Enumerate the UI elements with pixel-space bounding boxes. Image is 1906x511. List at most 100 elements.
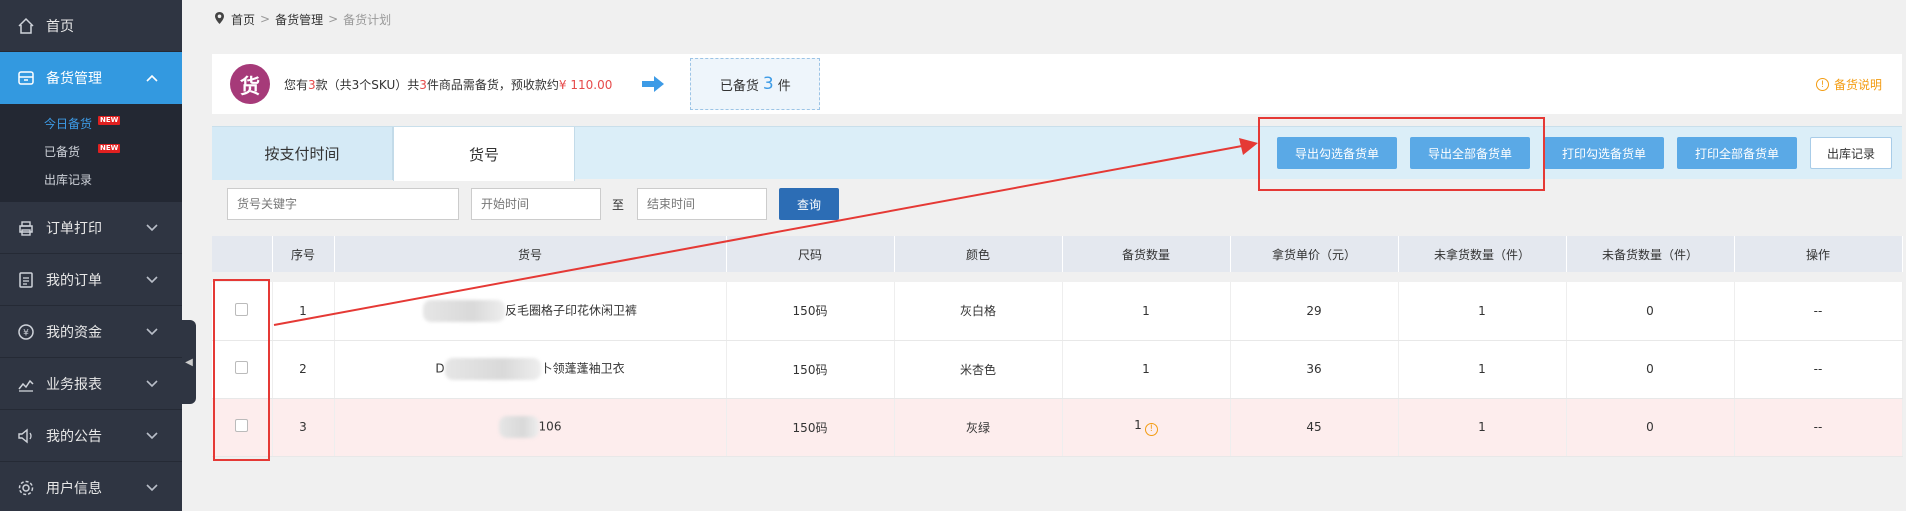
subnav-stocked[interactable]: 已备货 NEW	[0, 138, 182, 166]
chevron-down-icon	[146, 428, 158, 444]
new-badge: NEW	[98, 144, 121, 153]
table-row: 1 反毛圈格子印花休闲卫裤 150码 灰白格 1 29 1 0 --	[212, 282, 1903, 341]
filter-row: 至 查询	[196, 186, 1906, 222]
cell-unprepared[interactable]: 0	[1566, 340, 1735, 399]
export-selected-button[interactable]: 导出勾选备货单	[1277, 137, 1397, 169]
range-to-label: 至	[612, 198, 625, 212]
summary-count-styles: 3	[308, 77, 316, 92]
subnav-today-stock[interactable]: 今日备货 NEW	[0, 110, 182, 138]
sidebar: 首页 备货管理 今日备货 NEW 已备货 NEW 出库记录 订单打印 我的订单 …	[0, 0, 182, 511]
row-checkbox[interactable]	[235, 302, 249, 316]
prepared-prefix: 已备货	[719, 78, 759, 94]
print-selected-button[interactable]: 打印勾选备货单	[1544, 137, 1664, 169]
warning-icon[interactable]: !	[1144, 422, 1158, 436]
sidebar-item-home[interactable]: 首页	[0, 0, 182, 52]
sidebar-item-order-print[interactable]: 订单打印	[0, 202, 182, 254]
summary-amount: ¥ 110.00	[558, 77, 613, 92]
sku-keyword-input[interactable]	[227, 188, 459, 220]
qty-text: 1	[1134, 418, 1142, 433]
cell-price: 29	[1230, 282, 1399, 341]
outbound-records-button[interactable]: 出库记录	[1810, 137, 1892, 169]
sidebar-item-reports[interactable]: 业务报表	[0, 358, 182, 410]
sidebar-item-label: 业务报表	[46, 376, 102, 393]
sidebar-item-label: 首页	[46, 18, 74, 35]
cell-size: 150码	[726, 398, 895, 457]
subnav-outbound-records[interactable]: 出库记录	[0, 166, 182, 194]
end-time-input[interactable]	[637, 188, 767, 220]
cell-unpicked[interactable]: 1	[1398, 282, 1567, 341]
sidebar-item-label: 备货管理	[46, 70, 102, 87]
goods-badge-icon: 货	[230, 64, 270, 104]
help-label: 备货说明	[1833, 78, 1882, 92]
row-checkbox[interactable]	[235, 419, 249, 432]
sidebar-item-my-funds[interactable]: ¥ 我的资金	[0, 306, 182, 358]
chart-icon	[16, 374, 36, 394]
header-unprepared: 未备货数量（件）	[1566, 236, 1735, 272]
tab-by-payment-time[interactable]: 按支付时间	[212, 127, 393, 180]
chevron-down-icon	[146, 376, 158, 392]
info-icon: !	[1815, 78, 1829, 91]
cell-unprepared[interactable]: 0	[1566, 282, 1735, 341]
printer-icon	[16, 218, 36, 238]
row-checkbox-cell	[212, 398, 273, 457]
cell-qty: 1	[1062, 282, 1231, 341]
summary-count-items: 3	[419, 77, 427, 92]
summary-mid2: 件商品需备货，预收款约	[426, 77, 559, 92]
storage-icon	[16, 68, 36, 88]
chevron-left-icon: ◀	[185, 356, 193, 368]
header-select	[212, 236, 273, 272]
redacted-blur	[498, 416, 539, 438]
stock-table: 序号 货号 尺码 颜色 备货数量 拿货单价（元） 未拿货数量（件） 未备货数量（…	[212, 236, 1903, 457]
yen-icon: ¥	[16, 322, 36, 342]
row-checkbox-cell	[212, 340, 273, 399]
cell-unprepared[interactable]: 0	[1566, 398, 1735, 457]
cell-price: 36	[1230, 340, 1399, 399]
summary-panel: 货 您有3款（共3个SKU）共3件商品需备货，预收款约¥ 110.00 已备货 …	[212, 54, 1902, 114]
cell-sku: D 卜领蓬蓬袖卫衣	[334, 340, 727, 399]
header-seq: 序号	[272, 236, 335, 272]
cell-qty: 1	[1062, 340, 1231, 399]
summary-prefix: 您有	[284, 77, 309, 92]
clipboard-icon	[16, 270, 36, 290]
cell-unpicked[interactable]: 1	[1398, 398, 1567, 457]
sidebar-collapse-toggle[interactable]: ◀	[182, 320, 196, 404]
spacer-row	[212, 272, 1902, 282]
start-time-input[interactable]	[471, 188, 601, 220]
cell-unpicked[interactable]: 1	[1398, 340, 1567, 399]
sidebar-item-stock-management[interactable]: 备货管理	[0, 52, 182, 104]
breadcrumb-section[interactable]: 备货管理	[275, 11, 323, 28]
header-qty: 备货数量	[1062, 236, 1231, 272]
breadcrumb-home[interactable]: 首页	[231, 11, 255, 28]
tab-by-sku[interactable]: 货号	[393, 127, 575, 181]
chevron-down-icon	[146, 324, 158, 340]
subnav-label: 已备货	[44, 145, 81, 159]
query-button[interactable]: 查询	[779, 188, 839, 220]
cell-size: 150码	[726, 340, 895, 399]
cell-sku: 反毛圈格子印花休闲卫裤	[334, 282, 727, 341]
prepared-count: 3	[762, 74, 774, 94]
gear-icon	[16, 478, 36, 498]
breadcrumb: 首页 > 备货管理 > 备货计划	[196, 0, 1906, 38]
arrow-right-icon	[642, 76, 665, 92]
main-content: 首页 > 备货管理 > 备货计划 货 您有3款（共3个SKU）共3件商品需备货，…	[196, 0, 1906, 511]
table-header-row: 序号 货号 尺码 颜色 备货数量 拿货单价（元） 未拿货数量（件） 未备货数量（…	[212, 236, 1903, 272]
export-all-button[interactable]: 导出全部备货单	[1410, 137, 1530, 169]
sidebar-item-my-orders[interactable]: 我的订单	[0, 254, 182, 306]
cell-sku: 106	[334, 398, 727, 457]
row-checkbox[interactable]	[235, 361, 249, 374]
sidebar-item-announcements[interactable]: 我的公告	[0, 410, 182, 462]
breadcrumb-separator: >	[328, 12, 339, 26]
stock-help-link[interactable]: ! 备货说明	[1815, 76, 1882, 93]
cell-operation: --	[1734, 282, 1903, 341]
row-checkbox-cell	[212, 282, 273, 341]
cell-operation: --	[1734, 340, 1903, 399]
sidebar-item-label: 我的公告	[46, 428, 102, 445]
chevron-down-icon	[146, 480, 158, 496]
cell-seq: 2	[272, 340, 335, 399]
cell-operation: --	[1734, 398, 1903, 457]
print-all-button[interactable]: 打印全部备货单	[1677, 137, 1797, 169]
chevron-up-icon	[146, 70, 158, 86]
sidebar-item-label: 我的订单	[46, 272, 102, 289]
sidebar-item-user-info[interactable]: 用户信息	[0, 462, 182, 511]
summary-mid1: 款（共3个SKU）共	[315, 77, 420, 92]
